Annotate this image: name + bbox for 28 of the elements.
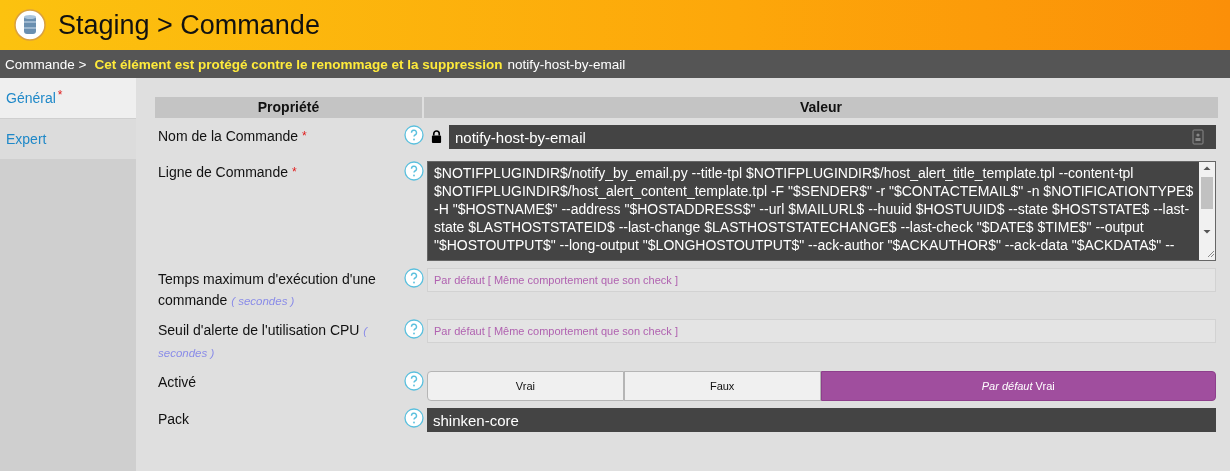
input-field[interactable]: shinken-core [427,408,1216,432]
field-label: Temps maximum d'exécution d'une commande ( secondes ) [158,270,377,310]
help-icon[interactable] [404,268,424,288]
option-button[interactable]: Faux [623,371,821,401]
field-label: Ligne de Commande * [158,163,298,182]
field-label: Activé [158,373,198,392]
field-label: Nom de la Commande * [158,127,308,146]
help-icon[interactable] [404,371,424,391]
protection-warning: Cet élément est protégé contre le renommage et la suppression [94,56,503,72]
page-title: Staging > Commande [58,9,320,41]
input-field[interactable]: notify-host-by-email [449,125,1216,149]
help-icon[interactable] [404,408,424,428]
option-button[interactable]: Vrai [427,371,624,401]
sidebar-tab[interactable]: Général* [0,78,136,118]
breadcrumb-item: notify-host-by-email [507,56,626,72]
database-icon [14,9,46,41]
scrollbar[interactable] [1199,162,1215,260]
column-header: Propriété [155,97,422,118]
breadcrumb-link[interactable]: Commande > [5,56,87,72]
field-label: Seuil d'alerte de l'utilisation CPU ( secondes ) [158,321,369,361]
command-line-field[interactable]: $NOTIFPLUGINDIR$/notify_by_email.py --title-tpl $NOTIFPLUGINDIR$/host_alert_title_template.tpl --content-tpl $NOTIFPLUGINDIR$/host_alert_content_template.tpl -F "$SENDER$" -r "$CONTACTEMAIL$" -n $NOTIFICATIONTYPE$ -H "$HOSTNAME$" --address "$HOSTADDRESS$" --url $MAILURL$ --huuid $HOSTUUID$ --state $HOSTSTATE$ --last-state $LASTHOSTSTATEID$ --last-change $LASTHOSTSTATECHANGE$ --last-check "$DATE$ $TIME$" --output "$HOSTOUTPUT$" --long-output "$LONGHOSTOUTPUT$" --ack-author "$ACKAUTHOR$" --ack-data "$ACKDATA$" -- [427,161,1216,261]
help-icon[interactable] [404,319,424,339]
help-icon[interactable] [404,125,424,145]
column-header: Valeur [424,97,1218,118]
field-label: Pack [158,410,191,429]
help-icon[interactable] [404,161,424,181]
contact-card-icon [1192,129,1204,145]
option-button[interactable]: Par défaut Vrai [820,371,1216,401]
